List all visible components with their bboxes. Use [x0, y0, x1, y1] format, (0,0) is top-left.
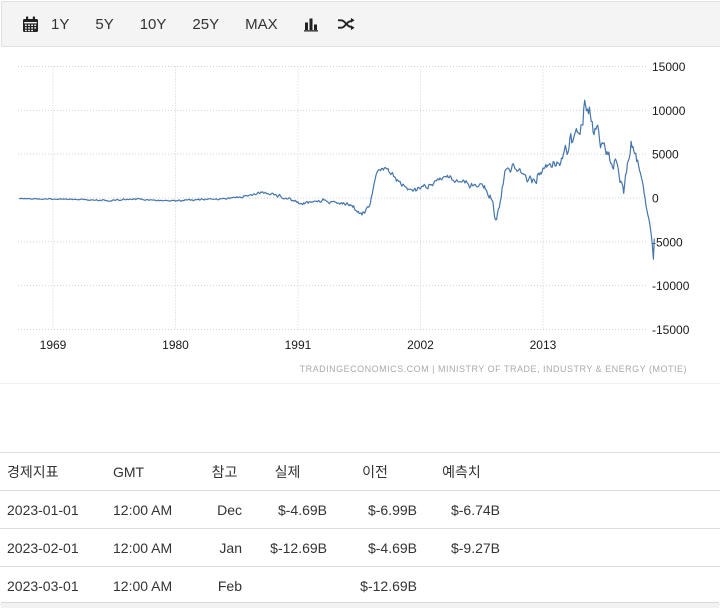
col-header-gmt: GMT [106, 453, 204, 491]
cell-forecast: $-9.27B [420, 529, 503, 567]
y-axis-label: -5000 [652, 235, 683, 249]
next-widget-toolbar-partial [1, 602, 719, 608]
col-header-spacer [503, 453, 720, 491]
chart-toolbar: 1Y 5Y 10Y 25Y MAX [1, 1, 720, 47]
col-header-indicator: 경제지표 [0, 453, 106, 491]
y-axis-label: 5000 [652, 148, 679, 162]
range-button-25y[interactable]: 25Y [192, 17, 219, 32]
cell-spacer [503, 529, 720, 567]
cell-spacer [503, 567, 720, 605]
table-row[interactable]: 2023-02-01 12:00 AM Jan $-12.69B $-4.69B… [0, 529, 720, 567]
chart-attribution: TRADINGECONOMICS.COM | MINISTRY OF TRADE… [300, 364, 687, 374]
x-axis-label: 2002 [407, 338, 434, 352]
cell-date: 2023-03-01 [0, 567, 106, 605]
cell-actual [245, 567, 330, 605]
range-button-max[interactable]: MAX [245, 17, 278, 32]
trade-balance-chart[interactable]: 15000 10000 5000 0 -5000 -10000 -15000 1969 1980… [0, 47, 720, 385]
bar-chart-icon-glyph [304, 16, 319, 32]
table-row[interactable]: 2023-01-01 12:00 AM Dec $-4.69B $-6.99B … [0, 491, 720, 529]
calendar-icon-glyph [22, 16, 39, 33]
cell-reference: Feb [204, 567, 245, 605]
cell-date: 2023-01-01 [0, 491, 106, 529]
y-axis-label: -10000 [652, 279, 690, 293]
economic-calendar: 경제지표 GMT 참고 실제 이전 예측치 2023-01-01 12:00 A… [0, 452, 720, 605]
x-axis-label: 1980 [162, 338, 189, 352]
y-axis-label: -15000 [652, 323, 690, 337]
y-axis-label: 15000 [652, 60, 686, 74]
y-axis-label: 10000 [652, 104, 686, 118]
x-axis-label: 1969 [40, 338, 67, 352]
calendar-icon[interactable] [22, 16, 39, 33]
cell-previous: $-4.69B [330, 529, 420, 567]
table-row[interactable]: 2023-03-01 12:00 AM Feb $-12.69B [0, 567, 720, 605]
cell-gmt: 12:00 AM [106, 491, 204, 529]
economic-calendar-table: 경제지표 GMT 참고 실제 이전 예측치 2023-01-01 12:00 A… [0, 452, 720, 605]
trading-economics-widget: 1Y 5Y 10Y 25Y MAX 15000 10000 5000 0 -5000 -1… [0, 0, 720, 608]
cell-date: 2023-02-01 [0, 529, 106, 567]
cell-forecast [420, 567, 503, 605]
cell-previous: $-6.99B [330, 491, 420, 529]
table-header-row: 경제지표 GMT 참고 실제 이전 예측치 [0, 453, 720, 491]
cell-forecast: $-6.74B [420, 491, 503, 529]
col-header-reference: 참고 [204, 453, 245, 491]
col-header-previous: 이전 [330, 453, 420, 491]
x-axis-label: 2013 [530, 338, 557, 352]
cell-reference: Jan [204, 529, 245, 567]
cell-actual: $-4.69B [245, 491, 330, 529]
cell-spacer [503, 491, 720, 529]
x-axis-label: 1991 [285, 338, 312, 352]
y-axis-label: 0 [652, 192, 659, 206]
range-button-5y[interactable]: 5Y [95, 17, 113, 32]
series-line [20, 100, 655, 259]
chart-table-divider [0, 383, 720, 384]
cell-gmt: 12:00 AM [106, 567, 204, 605]
cell-actual: $-12.69B [245, 529, 330, 567]
col-header-forecast: 예측치 [420, 453, 503, 491]
bar-chart-icon[interactable] [304, 16, 319, 32]
shuffle-icon-glyph [337, 16, 355, 32]
shuffle-icon[interactable] [337, 16, 355, 32]
cell-gmt: 12:00 AM [106, 529, 204, 567]
cell-reference: Dec [204, 491, 245, 529]
col-header-actual: 실제 [245, 453, 330, 491]
cell-previous: $-12.69B [330, 567, 420, 605]
range-button-10y[interactable]: 10Y [140, 17, 167, 32]
range-button-1y[interactable]: 1Y [51, 17, 69, 32]
